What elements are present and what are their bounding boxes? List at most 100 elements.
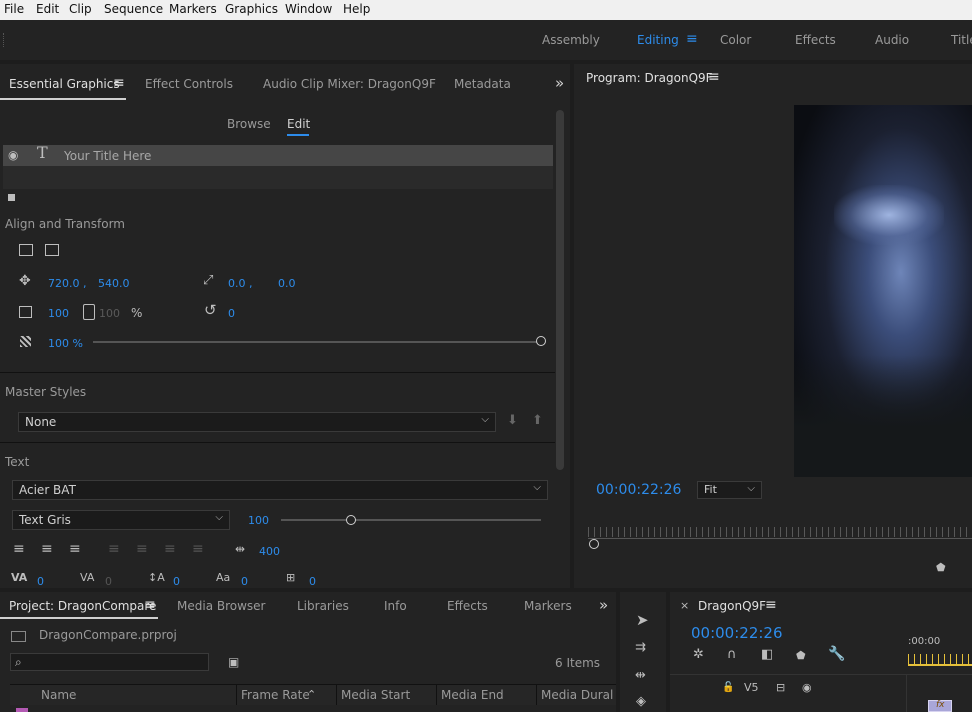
video-frame[interactable] (794, 105, 972, 477)
justify-left-icon[interactable]: ≡ (108, 542, 120, 556)
wrench-icon[interactable]: 🔧 (828, 647, 845, 661)
font-size-slider-handle[interactable] (346, 515, 357, 525)
zoom-fit-select[interactable]: Fit ⌵ (697, 481, 762, 499)
add-marker-icon[interactable]: ⬟ (796, 649, 806, 663)
track-label-v5[interactable]: V5 (744, 681, 759, 694)
tab-menu-icon[interactable]: ≡ (113, 75, 125, 91)
lock-icon[interactable]: 🔓 (722, 681, 734, 695)
timeline-ruler[interactable] (908, 654, 972, 664)
anchor-y-value[interactable]: 0.0 (278, 277, 296, 290)
column-media-end[interactable]: Media End (441, 688, 504, 702)
kerning-value[interactable]: 0 (37, 575, 44, 588)
tab-audio-clip-mixer[interactable]: Audio Clip Mixer: DragonQ9F (263, 77, 436, 91)
font-family-select[interactable]: Acier BAT ⌵ (12, 480, 548, 500)
workspace-color[interactable]: Color (720, 33, 751, 47)
menu-window[interactable]: Window (285, 2, 332, 16)
align-right-icon[interactable]: ≡ (69, 542, 81, 556)
justify-center-icon[interactable]: ≡ (136, 542, 148, 556)
leading-value[interactable]: 0 (173, 575, 180, 588)
tab-metadata[interactable]: Metadata (454, 77, 511, 91)
tab-effect-controls[interactable]: Effect Controls (145, 77, 233, 91)
clip-fx-badge[interactable]: fx (928, 700, 952, 712)
tab-essential-graphics[interactable]: Essential Graphics (9, 77, 120, 91)
rotation-value[interactable]: 0 (228, 307, 235, 320)
align-center-vertical-icon[interactable] (19, 244, 33, 256)
opacity-slider-handle[interactable] (536, 336, 546, 346)
playhead-handle[interactable] (589, 539, 599, 549)
tracking-value[interactable]: 400 (259, 545, 280, 558)
work-area-bar[interactable] (908, 664, 972, 666)
project-menu-icon[interactable]: ≡ (144, 597, 156, 613)
column-divider[interactable] (436, 685, 437, 705)
program-ruler[interactable] (588, 527, 972, 537)
column-divider[interactable] (236, 685, 237, 705)
workspace-titles[interactable]: Titles (951, 33, 972, 47)
anchor-x-value[interactable]: 0.0 , (228, 277, 253, 290)
column-media-start[interactable]: Media Start (341, 688, 410, 702)
opacity-value[interactable]: 100 % (48, 337, 83, 350)
column-media-duration[interactable]: Media Dural (541, 688, 613, 702)
hamburger-menu-icon[interactable]: ≡ (686, 31, 698, 47)
opacity-slider-track[interactable] (93, 341, 541, 343)
column-divider[interactable] (336, 685, 337, 705)
menu-clip[interactable]: Clip (69, 2, 92, 16)
linked-selection-icon[interactable]: ◧ (761, 648, 773, 662)
new-bin-search-icon[interactable]: ▣ (228, 655, 239, 669)
tab-project[interactable]: Project: DragonCompare (9, 599, 156, 613)
menu-graphics[interactable]: Graphics (225, 2, 278, 16)
menu-help[interactable]: Help (343, 2, 370, 16)
track-select-tool-icon[interactable]: ⇉ (635, 641, 646, 655)
font-size-slider-track[interactable] (281, 519, 541, 521)
new-layer-icon[interactable] (8, 194, 15, 201)
subtab-browse[interactable]: Browse (227, 117, 271, 131)
nest-icon[interactable]: ✲ (693, 648, 704, 662)
subtab-edit[interactable]: Edit (287, 117, 310, 131)
position-x-value[interactable]: 720.0 , (48, 277, 86, 290)
marker-icon[interactable]: ⬟ (936, 561, 946, 575)
tab-media-browser[interactable]: Media Browser (177, 599, 265, 613)
timeline-timecode[interactable]: 00:00:22:26 (691, 624, 783, 642)
baseline-shift-value[interactable]: 0 (241, 575, 248, 588)
font-style-select[interactable]: Text Gris ⌵ (12, 510, 230, 530)
program-timecode[interactable]: 00:00:22:26 (596, 482, 681, 498)
font-size-value[interactable]: 100 (248, 514, 269, 527)
snap-magnet-icon[interactable]: ∩ (727, 648, 737, 662)
scale-width-value[interactable]: 100 (48, 307, 69, 320)
workspace-editing[interactable]: Editing (637, 33, 679, 47)
column-name[interactable]: Name (41, 688, 76, 702)
eye-icon[interactable]: ◉ (802, 681, 812, 695)
column-frame-rate[interactable]: Frame Rate (241, 688, 310, 702)
menu-edit[interactable]: Edit (36, 2, 59, 16)
scrollbar[interactable] (556, 110, 564, 470)
menu-file[interactable]: File (4, 2, 24, 16)
tab-markers[interactable]: Markers (524, 599, 572, 613)
column-divider[interactable] (536, 685, 537, 705)
tsume-value[interactable]: 0 (309, 575, 316, 588)
tab-info[interactable]: Info (384, 599, 407, 613)
toggle-sync-lock-icon[interactable]: ⊟ (776, 681, 785, 695)
overflow-chevron-icon[interactable]: » (555, 74, 564, 92)
tracking-va-value[interactable]: 0 (105, 575, 112, 588)
grip-handle[interactable] (3, 33, 6, 47)
timeline-menu-icon[interactable]: ≡ (765, 597, 777, 613)
eye-icon[interactable]: ◉ (8, 148, 18, 162)
menu-sequence[interactable]: Sequence (104, 2, 163, 16)
layer-name[interactable]: Your Title Here (64, 149, 151, 163)
timeline-sequence-title[interactable]: DragonQ9F (698, 599, 766, 613)
razor-tool-icon[interactable]: ◈ (636, 695, 646, 709)
scale-height-value[interactable]: 100 (99, 307, 120, 320)
program-menu-icon[interactable]: ≡ (708, 69, 720, 85)
push-style-down-icon[interactable]: ⬇ (507, 414, 518, 428)
align-left-icon[interactable]: ≡ (13, 542, 25, 556)
push-style-up-icon[interactable]: ⬆ (532, 414, 543, 428)
workspace-effects[interactable]: Effects (795, 33, 836, 47)
close-icon[interactable]: × (680, 599, 689, 613)
project-search-input[interactable]: ⌕ (10, 653, 209, 671)
link-scale-icon[interactable] (83, 304, 95, 320)
layer-row[interactable]: ◉ T Your Title Here (3, 145, 553, 166)
overflow-chevron-icon[interactable]: » (599, 596, 608, 614)
justify-right-icon[interactable]: ≡ (164, 542, 176, 556)
align-center-horizontal-icon[interactable] (45, 244, 59, 256)
workspace-audio[interactable]: Audio (875, 33, 909, 47)
program-monitor-title[interactable]: Program: DragonQ9F (586, 71, 713, 85)
